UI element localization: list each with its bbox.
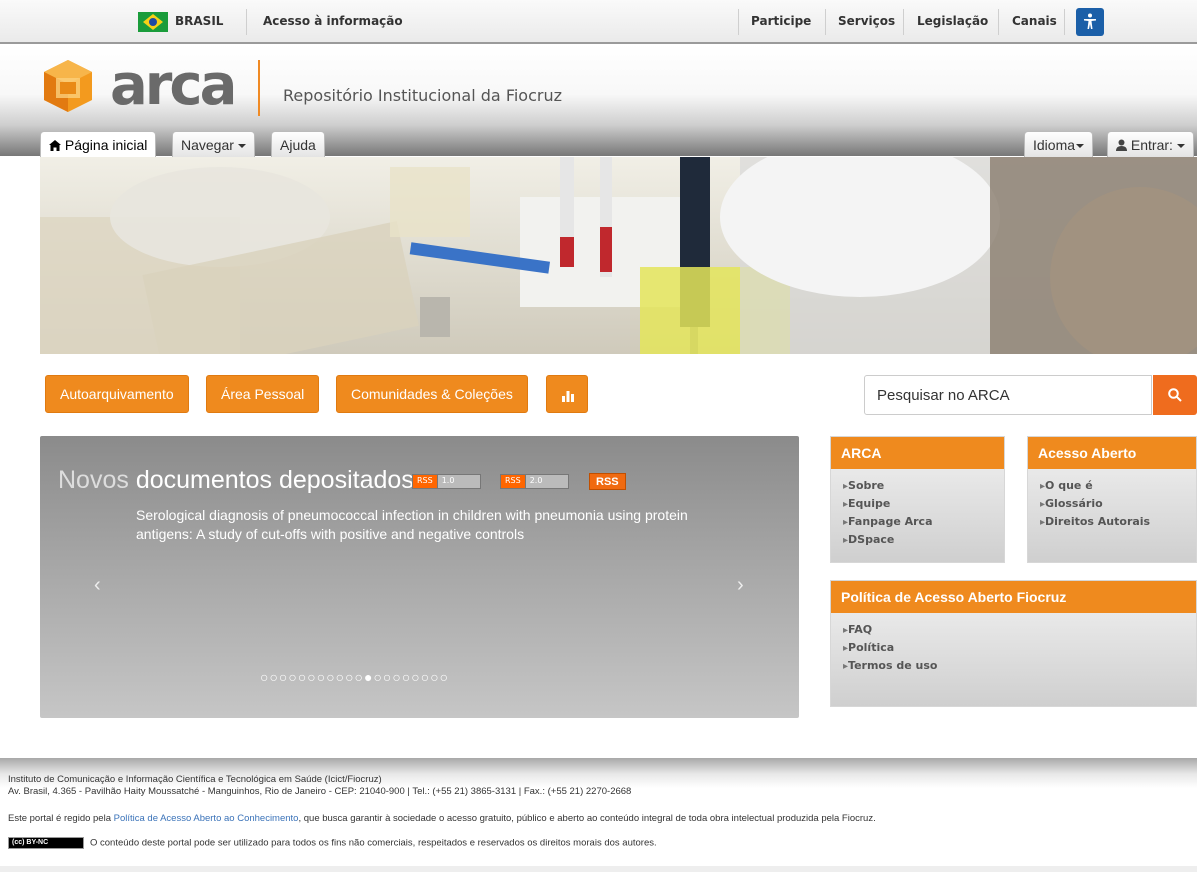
gov-access-info-link[interactable]: Acesso à informação: [263, 14, 403, 28]
open-access-policy-link[interactable]: Política de Acesso Aberto ao Conheciment…: [114, 813, 299, 824]
carousel-indicators[interactable]: ○○○○○○○○○○○●○○○○○○○○: [260, 669, 449, 685]
link-politica[interactable]: Política: [843, 639, 1196, 657]
gov-participe-link[interactable]: Participe: [751, 14, 811, 28]
open-access-policy-box: Política de Acesso Aberto Fiocruz FAQ Po…: [830, 580, 1197, 707]
arca-links-box: ARCA Sobre Equipe Fanpage Arca DSpace: [830, 436, 1005, 563]
self-archive-button[interactable]: Autoarquivamento: [45, 375, 189, 413]
link-o-que-e[interactable]: O que é: [1040, 477, 1196, 495]
carousel-next-icon[interactable]: ›: [737, 574, 744, 597]
logo-wordmark[interactable]: arca: [110, 58, 237, 114]
bar-chart-icon: [562, 391, 574, 402]
chevron-down-icon: [237, 144, 246, 149]
carousel-title: Novos documentos depositados: [58, 466, 414, 495]
communities-collections-button[interactable]: Comunidades & Coleções: [336, 375, 528, 413]
statistics-button[interactable]: [546, 375, 588, 413]
accessibility-icon[interactable]: [1076, 8, 1104, 36]
brazil-flag-icon[interactable]: [138, 12, 168, 32]
divider: [903, 9, 904, 35]
rss-2-feed-link[interactable]: RSS 2.0: [500, 474, 569, 489]
box-title: ARCA: [831, 437, 1004, 469]
tab-home-label: Página inicial: [64, 137, 148, 153]
rss-1-feed-link[interactable]: RSS 1.0: [412, 474, 481, 489]
link-equipe[interactable]: Equipe: [843, 495, 1004, 513]
carousel-item-title[interactable]: Serological diagnosis of pneumococcal in…: [136, 506, 736, 544]
gov-canais-link[interactable]: Canais: [1012, 14, 1057, 28]
carousel-prev-icon[interactable]: ‹: [94, 574, 101, 597]
carousel-title-prefix: Novos: [58, 466, 129, 494]
logo-divider: [258, 60, 260, 116]
divider: [1064, 9, 1065, 35]
footer-address: Av. Brasil, 4.365 - Pavilhão Haity Mouss…: [8, 786, 632, 797]
rss-version-label: 2.0: [524, 474, 569, 489]
footer-policy-text: Este portal é regido pela Política de Ac…: [8, 813, 876, 824]
divider: [738, 9, 739, 35]
link-dspace[interactable]: DSpace: [843, 531, 1004, 549]
site-subtitle: Repositório Institucional da Fiocruz: [283, 86, 562, 105]
footer-policy-pre: Este portal é regido pela: [8, 813, 114, 824]
link-direitos-autorais[interactable]: Direitos Autorais: [1040, 513, 1196, 531]
footer-institution: Instituto de Comunicação e Informação Ci…: [8, 774, 382, 785]
rss-version-label: 1.0: [436, 474, 481, 489]
recent-deposits-carousel: Novos documentos depositados RSS 1.0 RSS 2…: [40, 436, 799, 718]
gov-bar: BRASIL Acesso à informação Participe Ser…: [0, 0, 1197, 44]
home-icon: [49, 140, 61, 151]
login-label: Entrar:: [1130, 137, 1173, 153]
rss-badge-label: RSS: [500, 474, 526, 489]
link-fanpage-arca[interactable]: Fanpage Arca: [843, 513, 1004, 531]
link-glossario[interactable]: Glossário: [1040, 495, 1196, 513]
gov-servicos-link[interactable]: Serviços: [838, 14, 895, 28]
tab-home[interactable]: Página inicial: [40, 131, 157, 157]
site-footer: Instituto de Comunicação e Informação Ci…: [0, 758, 1197, 872]
chevron-down-icon: [1176, 144, 1185, 149]
search-input[interactable]: Pesquisar no ARCA: [864, 375, 1152, 415]
language-label: Idioma: [1033, 137, 1076, 153]
cc-license-badge[interactable]: (cc) BY-NC: [8, 837, 84, 849]
login-dropdown[interactable]: Entrar:: [1107, 131, 1194, 157]
link-sobre[interactable]: Sobre: [843, 477, 1004, 495]
footer-bottom-strip: [0, 866, 1197, 872]
language-dropdown[interactable]: Idioma: [1024, 131, 1094, 157]
rss-feed-button[interactable]: RSS: [589, 473, 626, 490]
rss-badge-label: RSS: [412, 474, 438, 489]
box-title: Acesso Aberto: [1028, 437, 1196, 469]
divider: [825, 9, 826, 35]
footer-license-statement: O conteúdo deste portal pode ser utiliza…: [90, 837, 657, 849]
tab-help-label: Ajuda: [280, 137, 316, 153]
carousel-title-rest: documentos depositados: [128, 466, 414, 494]
personal-area-button[interactable]: Área Pessoal: [206, 375, 320, 413]
chevron-down-icon: [1076, 144, 1085, 149]
gov-country-link[interactable]: BRASIL: [175, 14, 223, 28]
search-icon: [1168, 388, 1182, 402]
link-faq[interactable]: FAQ: [843, 621, 1196, 639]
box-title: Política de Acesso Aberto Fiocruz: [831, 581, 1196, 613]
tab-help[interactable]: Ajuda: [271, 131, 325, 157]
arca-logo-icon[interactable]: [40, 58, 96, 114]
footer-policy-post: , que busca garantir à sociedade o acess…: [298, 813, 876, 824]
divider: [998, 9, 999, 35]
divider: [246, 9, 247, 35]
search-button[interactable]: [1153, 375, 1197, 415]
tab-browse[interactable]: Navegar: [172, 131, 255, 157]
lab-banner-image: [40, 157, 1197, 354]
open-access-links-box: Acesso Aberto O que é Glossário Direitos…: [1027, 436, 1197, 563]
tab-browse-label: Navegar: [181, 137, 234, 153]
footer-license-text: (cc) BY-NC O conteúdo deste portal pode s…: [8, 837, 657, 849]
link-termos-de-uso[interactable]: Termos de uso: [843, 657, 1196, 675]
user-icon: [1116, 139, 1127, 151]
gov-legislacao-link[interactable]: Legislação: [917, 14, 988, 28]
